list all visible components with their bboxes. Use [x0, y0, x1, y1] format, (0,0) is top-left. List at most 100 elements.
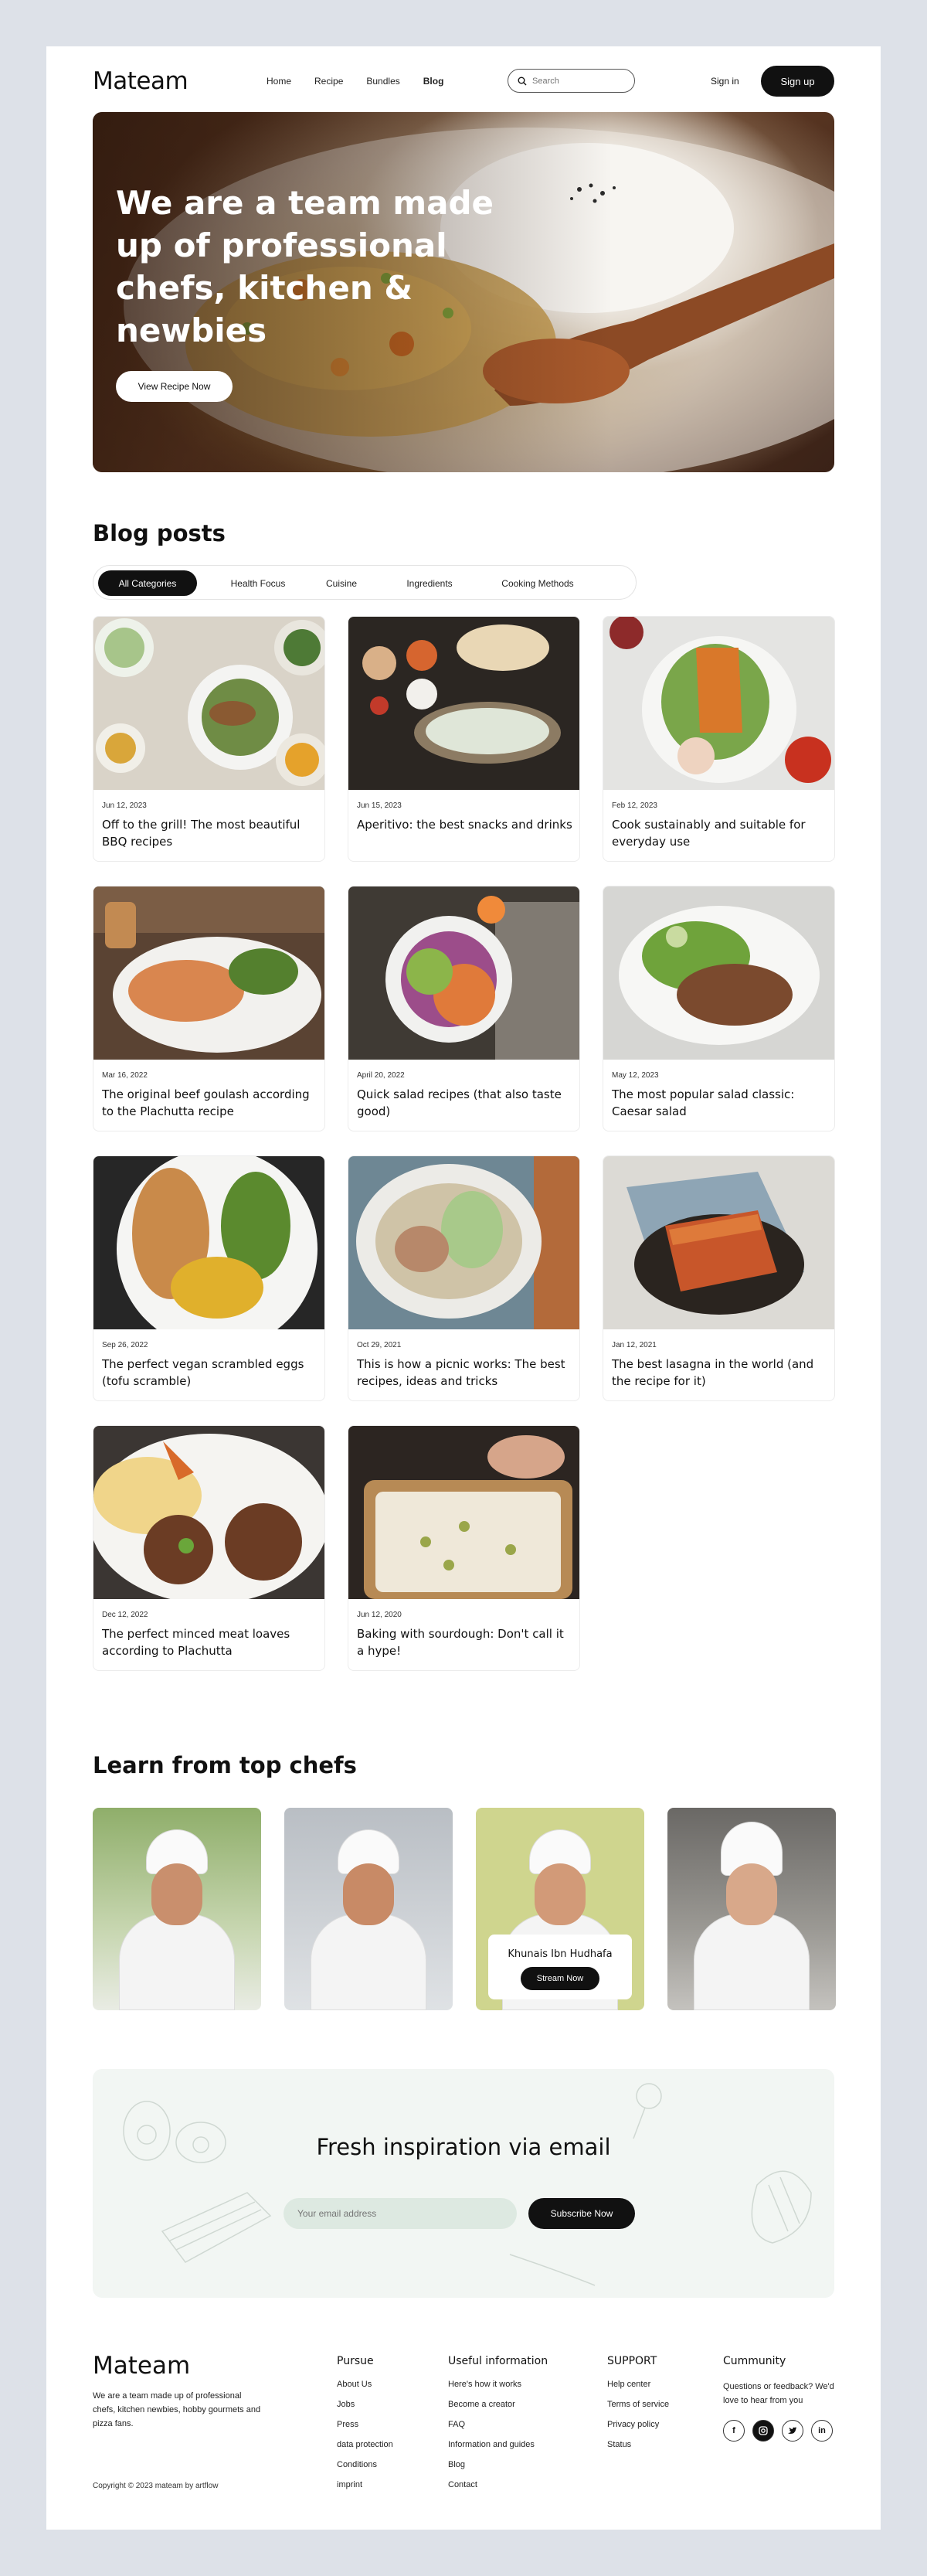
- post-date: Dec 12, 2022: [102, 1611, 148, 1619]
- blog-card[interactable]: Oct 29, 2021 This is how a picnic works:…: [348, 1155, 580, 1401]
- blog-card[interactable]: Jun 12, 2020 Baking with sourdough: Don'…: [348, 1425, 580, 1671]
- signin-link[interactable]: Sign in: [711, 76, 739, 87]
- blog-card-image: [348, 1426, 579, 1599]
- footer-link[interactable]: About Us: [337, 2380, 393, 2400]
- footer-link[interactable]: Contact: [448, 2480, 548, 2500]
- nav-blog[interactable]: Blog: [423, 76, 444, 87]
- community-text: Questions or feedback? We'd love to hear…: [723, 2382, 834, 2405]
- search-input[interactable]: [532, 76, 625, 86]
- nav-bundles[interactable]: Bundles: [366, 76, 399, 87]
- blog-card-image: [348, 617, 579, 790]
- footer-column-support: SUPPORT Help center Terms of service Pri…: [607, 2355, 669, 2460]
- footer-link[interactable]: Jobs: [337, 2400, 393, 2420]
- chef-face: [535, 1863, 586, 1925]
- social-links: f in: [723, 2420, 847, 2442]
- email-field[interactable]: [284, 2198, 517, 2229]
- hero-title: We are a team made up of professional ch…: [116, 184, 494, 349]
- blog-card[interactable]: Jun 12, 2023 Off to the grill! The most …: [93, 616, 325, 862]
- chef-card[interactable]: [93, 1808, 261, 2010]
- nav-home[interactable]: Home: [267, 76, 291, 87]
- footer-link[interactable]: FAQ: [448, 2420, 548, 2440]
- post-title[interactable]: The perfect vegan scrambled eggs (tofu s…: [102, 1356, 318, 1390]
- blog-card[interactable]: Jun 15, 2023 Aperitivo: the best snacks …: [348, 616, 580, 862]
- post-date: Jun 12, 2023: [102, 801, 147, 810]
- stream-now-button[interactable]: Stream Now: [521, 1967, 599, 1990]
- footer-link[interactable]: imprint: [337, 2480, 393, 2500]
- blog-card-image: [603, 886, 834, 1060]
- page: Mateam Home Recipe Bundles Blog Sign in …: [46, 46, 881, 2530]
- blog-card[interactable]: April 20, 2022 Quick salad recipes (that…: [348, 886, 580, 1131]
- blog-card[interactable]: Jan 12, 2021 The best lasagna in the wor…: [603, 1155, 835, 1401]
- newsletter-title: Fresh inspiration via email: [316, 2134, 611, 2160]
- footer-link[interactable]: Blog: [448, 2460, 548, 2480]
- chef-face: [343, 1863, 394, 1925]
- footer-description: We are a team made up of professional ch…: [93, 2391, 261, 2428]
- post-title[interactable]: Aperitivo: the best snacks and drinks: [357, 816, 573, 833]
- brand-logo[interactable]: Mateam: [93, 67, 188, 95]
- blog-category-tabs: All Categories Health Focus Cuisine Ingr…: [93, 565, 637, 600]
- blog-card-image: [603, 1156, 834, 1329]
- footer-link[interactable]: data protection: [337, 2440, 393, 2460]
- footer-column-useful-information: Useful information Here's how it works B…: [448, 2355, 548, 2500]
- footer-column-title: SUPPORT: [607, 2355, 657, 2367]
- blog-card[interactable]: May 12, 2023 The most popular salad clas…: [603, 886, 835, 1131]
- view-recipe-button[interactable]: View Recipe Now: [116, 371, 233, 402]
- chef-card[interactable]: [667, 1808, 836, 2010]
- footer-link[interactable]: Press: [337, 2420, 393, 2440]
- footer-link[interactable]: Information and guides: [448, 2440, 548, 2460]
- post-title[interactable]: The perfect minced meat loaves according…: [102, 1625, 318, 1659]
- post-title[interactable]: The most popular salad classic: Caesar s…: [612, 1086, 828, 1120]
- signup-button[interactable]: Sign up: [761, 66, 834, 97]
- footer-column-title: Pursue: [337, 2355, 374, 2367]
- blog-card[interactable]: Mar 16, 2022 The original beef goulash a…: [93, 886, 325, 1131]
- nav-recipe[interactable]: Recipe: [314, 76, 343, 87]
- chef-card-featured[interactable]: Khunais Ibn Hudhafa Stream Now: [476, 1808, 644, 2010]
- chef-face: [151, 1863, 202, 1925]
- post-title[interactable]: Off to the grill! The most beautiful BBQ…: [102, 816, 318, 850]
- footer-logo[interactable]: Mateam: [93, 2352, 190, 2380]
- twitter-icon[interactable]: [782, 2420, 803, 2442]
- facebook-icon[interactable]: f: [723, 2420, 745, 2442]
- hero-banner: We are a team made up of professional ch…: [93, 112, 834, 472]
- blog-card[interactable]: Feb 12, 2023 Cook sustainably and suitab…: [603, 616, 835, 862]
- search-box[interactable]: [508, 69, 635, 93]
- footer-link[interactable]: Status: [607, 2440, 669, 2460]
- post-title[interactable]: Cook sustainably and suitable for everyd…: [612, 816, 828, 850]
- footer-link[interactable]: Here's how it works: [448, 2380, 548, 2400]
- post-date: Jun 12, 2020: [357, 1611, 402, 1619]
- post-title[interactable]: Baking with sourdough: Don't call it a h…: [357, 1625, 573, 1659]
- footer-column-pursue: Pursue About Us Jobs Press data protecti…: [337, 2355, 393, 2500]
- linkedin-icon[interactable]: in: [811, 2420, 833, 2442]
- blog-card[interactable]: Sep 26, 2022 The perfect vegan scrambled…: [93, 1155, 325, 1401]
- post-date: Jun 15, 2023: [357, 801, 402, 810]
- chef-name: Khunais Ibn Hudhafa: [508, 1948, 613, 1960]
- post-title[interactable]: This is how a picnic works: The best rec…: [357, 1356, 573, 1390]
- footer-column-title: Cummunity: [723, 2355, 786, 2367]
- subscribe-button[interactable]: Subscribe Now: [528, 2198, 635, 2229]
- blog-card[interactable]: Dec 12, 2022 The perfect minced meat loa…: [93, 1425, 325, 1671]
- post-date: Mar 16, 2022: [102, 1071, 148, 1080]
- tab-ingredients[interactable]: Ingredients: [387, 570, 472, 596]
- post-title[interactable]: Quick salad recipes (that also taste goo…: [357, 1086, 573, 1120]
- post-title[interactable]: The best lasagna in the world (and the r…: [612, 1356, 828, 1390]
- tab-health-focus[interactable]: Health Focus: [216, 570, 301, 596]
- blog-card-image: [348, 1156, 579, 1329]
- footer-link[interactable]: Help center: [607, 2380, 669, 2400]
- top-nav: Mateam Home Recipe Bundles Blog Sign in …: [93, 66, 834, 97]
- chef-figure: [694, 1914, 810, 2010]
- footer-link[interactable]: Privacy policy: [607, 2420, 669, 2440]
- chef-card[interactable]: [284, 1808, 453, 2010]
- footer-link[interactable]: Terms of service: [607, 2400, 669, 2420]
- blog-card-image: [93, 886, 324, 1060]
- copyright: Copyright © 2023 mateam by artflow: [93, 2482, 219, 2490]
- footer-link[interactable]: Become a creator: [448, 2400, 548, 2420]
- tab-all-categories[interactable]: All Categories: [98, 570, 197, 596]
- footer-link[interactable]: Conditions: [337, 2460, 393, 2480]
- post-title[interactable]: The original beef goulash according to t…: [102, 1086, 318, 1120]
- tab-cuisine[interactable]: Cuisine: [307, 570, 376, 596]
- post-date: May 12, 2023: [612, 1071, 659, 1080]
- tab-cooking-methods[interactable]: Cooking Methods: [484, 570, 592, 596]
- post-date: April 20, 2022: [357, 1071, 405, 1080]
- post-date: Oct 29, 2021: [357, 1341, 402, 1349]
- instagram-icon[interactable]: [752, 2420, 774, 2442]
